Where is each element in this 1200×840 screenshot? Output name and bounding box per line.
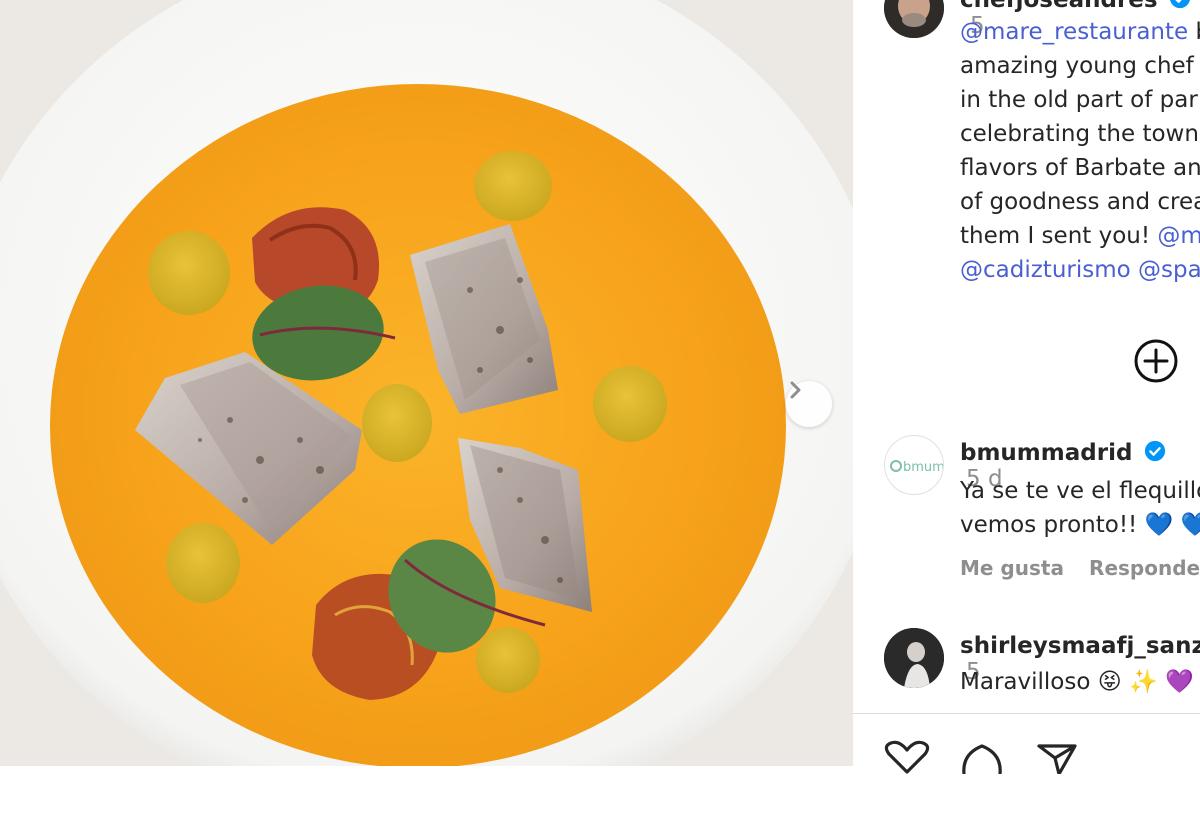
comment-button[interactable] xyxy=(958,740,1006,776)
bmum-logo-icon: bmum xyxy=(890,460,943,475)
comment-avatar-bmummadrid[interactable]: bmum xyxy=(884,435,944,495)
carousel-next-button[interactable] xyxy=(786,381,832,427)
comment-text-line: vemos pronto!! 💙 💙 xyxy=(960,512,1200,538)
caption-text: in the old part of par xyxy=(960,87,1198,113)
mention-link[interactable]: @m xyxy=(1157,223,1200,249)
caption-line: amazing young chef xyxy=(960,49,1194,83)
author-avatar-photo xyxy=(884,0,944,38)
avatar-logo-text: bmum xyxy=(903,460,943,475)
chevron-right-icon xyxy=(790,381,801,399)
mention-link[interactable]: @cadizturismo xyxy=(960,257,1131,283)
user-avatar-photo xyxy=(884,628,944,688)
view-more-comments-button[interactable] xyxy=(1131,336,1181,386)
caption-text: b xyxy=(1188,19,1200,45)
reply-comment-link[interactable]: Responder xyxy=(1089,556,1200,580)
caption-text: them I sent you! xyxy=(960,223,1158,249)
caption-line: @mare_restaurante b xyxy=(960,15,1200,49)
caption-line: @cadizturismo @spa xyxy=(960,253,1200,287)
comment-username[interactable]: bmummadrid xyxy=(960,440,1132,466)
dish-photo xyxy=(0,0,853,766)
comment-text-line: Ya se te ve el flequillo xyxy=(960,478,1200,504)
author-avatar[interactable] xyxy=(884,0,944,38)
author-username[interactable]: chefjoseandres xyxy=(960,0,1158,13)
caption-text: of goodness and crea xyxy=(960,189,1200,215)
caption-line: of goodness and crea xyxy=(960,185,1200,219)
share-button[interactable] xyxy=(1033,740,1081,776)
comment-text-line: Maravilloso 😝 ✨ 💜 xyxy=(960,669,1194,695)
mention-link[interactable]: @spa xyxy=(1138,257,1200,283)
caption-line: flavors of Barbate an xyxy=(960,151,1200,185)
caption-text: celebrating the town xyxy=(960,121,1199,147)
caption-line: them I sent you! @m xyxy=(960,219,1200,253)
section-divider xyxy=(853,713,1200,714)
like-comment-link[interactable]: Me gusta xyxy=(960,556,1064,580)
mention-link[interactable]: @mare_restaurante xyxy=(960,19,1188,45)
heart-icon xyxy=(884,740,930,774)
send-icon xyxy=(1037,744,1077,776)
caption-text: flavors of Barbate an xyxy=(960,155,1200,181)
caption-line: in the old part of par xyxy=(960,83,1198,117)
post-media[interactable] xyxy=(0,0,853,766)
verified-badge-icon xyxy=(1169,0,1190,9)
caption-text xyxy=(1131,257,1138,283)
plus-circle-icon xyxy=(1134,339,1178,383)
like-button[interactable] xyxy=(883,740,931,774)
verified-badge-icon xyxy=(1144,440,1165,462)
comment-avatar-shirleysmaafj_sanz[interactable] xyxy=(884,628,944,688)
comment-actions-1: Me gusta Responder xyxy=(960,556,1200,580)
comment-username[interactable]: shirleysmaafj_sanz xyxy=(960,633,1200,659)
page-background xyxy=(0,766,853,840)
comment-icon xyxy=(962,744,1002,776)
caption-text: amazing young chef xyxy=(960,53,1194,79)
caption-line: celebrating the town xyxy=(960,117,1199,151)
post-sidebar: chefjoseandres 5 @mare_restaurante bamaz… xyxy=(853,0,1200,840)
